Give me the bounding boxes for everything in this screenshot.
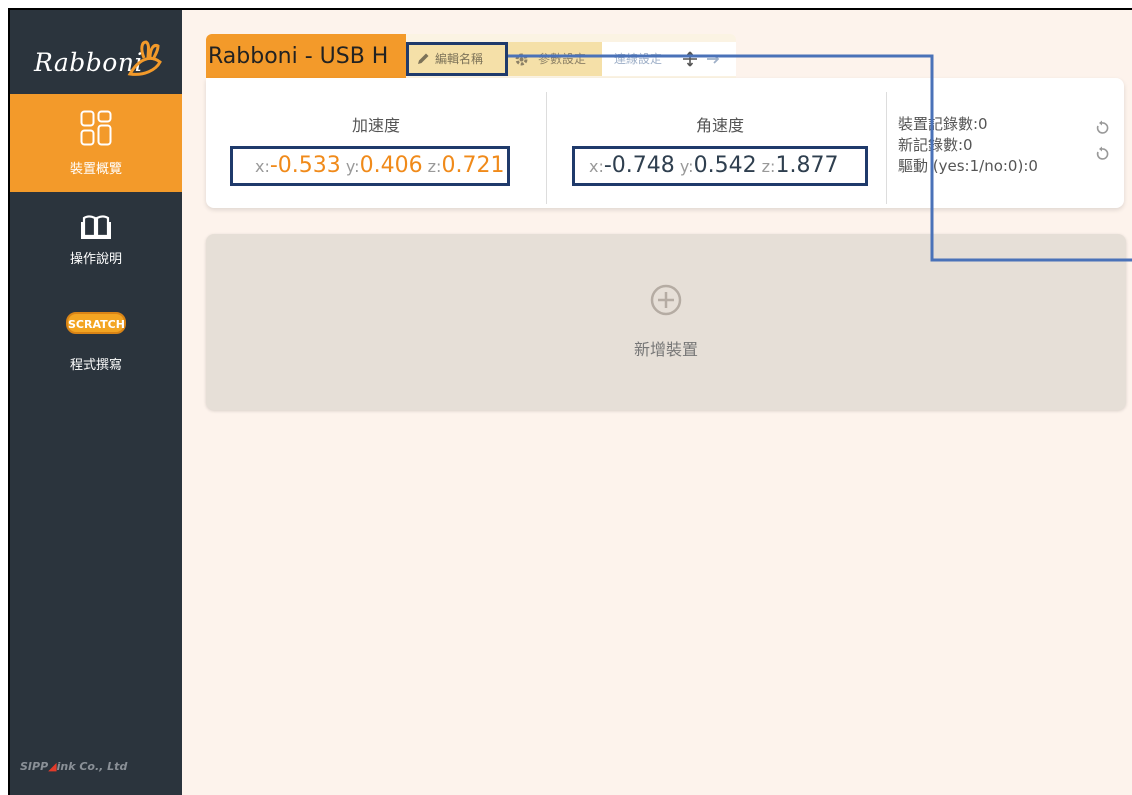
edit-name-label: 編輯名稱	[435, 52, 484, 66]
connection-settings-label: 連線設定	[614, 52, 663, 66]
accel-y-value: 0.406	[359, 153, 423, 178]
accel-z-label: z:	[427, 157, 442, 176]
sidebar: Rabboni 裝置概覽 操作說明 SCRATCH 程式撰寫 SIPP◢ink …	[10, 10, 182, 795]
move-arrows-icon	[683, 51, 697, 67]
sidebar-item-instructions[interactable]: 操作說明	[10, 200, 182, 298]
plus-circle-icon	[650, 284, 682, 316]
accel-x-value: -0.533	[269, 153, 341, 178]
reset-device-records-icon[interactable]	[1094, 120, 1110, 136]
logo: Rabboni	[34, 40, 164, 90]
accel-z-value: 0.721	[441, 153, 505, 178]
footer-suffix: ink Co., Ltd	[56, 760, 128, 773]
sidebar-item-label: 操作說明	[69, 252, 122, 267]
open-book-icon	[81, 215, 111, 239]
rabbit-logo-icon	[127, 40, 162, 76]
divider	[546, 92, 547, 204]
gyro-y-value: 0.542	[693, 153, 757, 178]
device-name-tab[interactable]: Rabboni - USB H	[206, 34, 406, 78]
gyro-z-value: 1.877	[775, 153, 839, 178]
footer-prefix: SIPP	[20, 760, 49, 773]
link-slash-icon: ◢	[48, 760, 57, 773]
accelerometer-title: 加速度	[352, 116, 401, 135]
dashboard-grid-icon	[80, 110, 112, 146]
sidebar-item-label: 程式撰寫	[69, 358, 122, 373]
driver-status: 驅動 (yes:1/no:0):0	[898, 157, 1038, 175]
gyroscope-title: 角速度	[696, 116, 745, 135]
new-record-count: 新記錄數:0	[898, 136, 973, 154]
sidebar-item-programming[interactable]: 程式撰寫	[10, 302, 182, 392]
gyro-x-value: -0.748	[603, 153, 675, 178]
sidebar-item-label: 裝置概覽	[69, 162, 122, 177]
device-stats: 裝置記錄數:0 新記錄數:0 驅動 (yes:1/no:0):0	[898, 114, 1038, 177]
gear-icon	[515, 53, 528, 66]
gyro-x-label: x:	[589, 157, 604, 176]
company-footer: SIPP◢ink Co., Ltd	[20, 760, 127, 773]
connection-settings-button[interactable]: 連線設定	[602, 42, 736, 76]
sidebar-item-device-overview[interactable]: 裝置概覽	[10, 94, 182, 192]
gyro-z-label: z:	[761, 157, 776, 176]
device-action-bar: 編輯名稱 參數設定 連線設定	[406, 34, 736, 78]
add-device-panel[interactable]: 新增裝置	[206, 234, 1126, 410]
device-card: 加速度 角速度 x:-0.533 y:0.406 z:0.721 x:-0.74…	[206, 78, 1124, 208]
app-frame: Rabboni 裝置概覽 操作說明 SCRATCH 程式撰寫 SIPP◢ink …	[8, 8, 1132, 795]
device-record-count: 裝置記錄數:0	[898, 115, 988, 133]
parameter-settings-label: 參數設定	[538, 52, 587, 66]
accel-y-label: y:	[345, 157, 360, 176]
add-device-label: 新增裝置	[633, 340, 698, 359]
parameter-settings-button[interactable]: 參數設定	[508, 42, 602, 76]
reset-new-records-icon[interactable]	[1094, 146, 1110, 162]
accel-x-label: x:	[255, 157, 270, 176]
gyro-y-label: y:	[679, 157, 694, 176]
accelerometer-readout: x:-0.533 y:0.406 z:0.721	[230, 146, 510, 186]
arrow-right-icon	[707, 54, 720, 64]
edit-name-button[interactable]: 編輯名稱	[406, 42, 508, 76]
gyroscope-readout: x:-0.748 y:0.542 z:1.877	[572, 146, 868, 186]
pencil-icon	[418, 53, 429, 64]
divider	[886, 92, 887, 204]
